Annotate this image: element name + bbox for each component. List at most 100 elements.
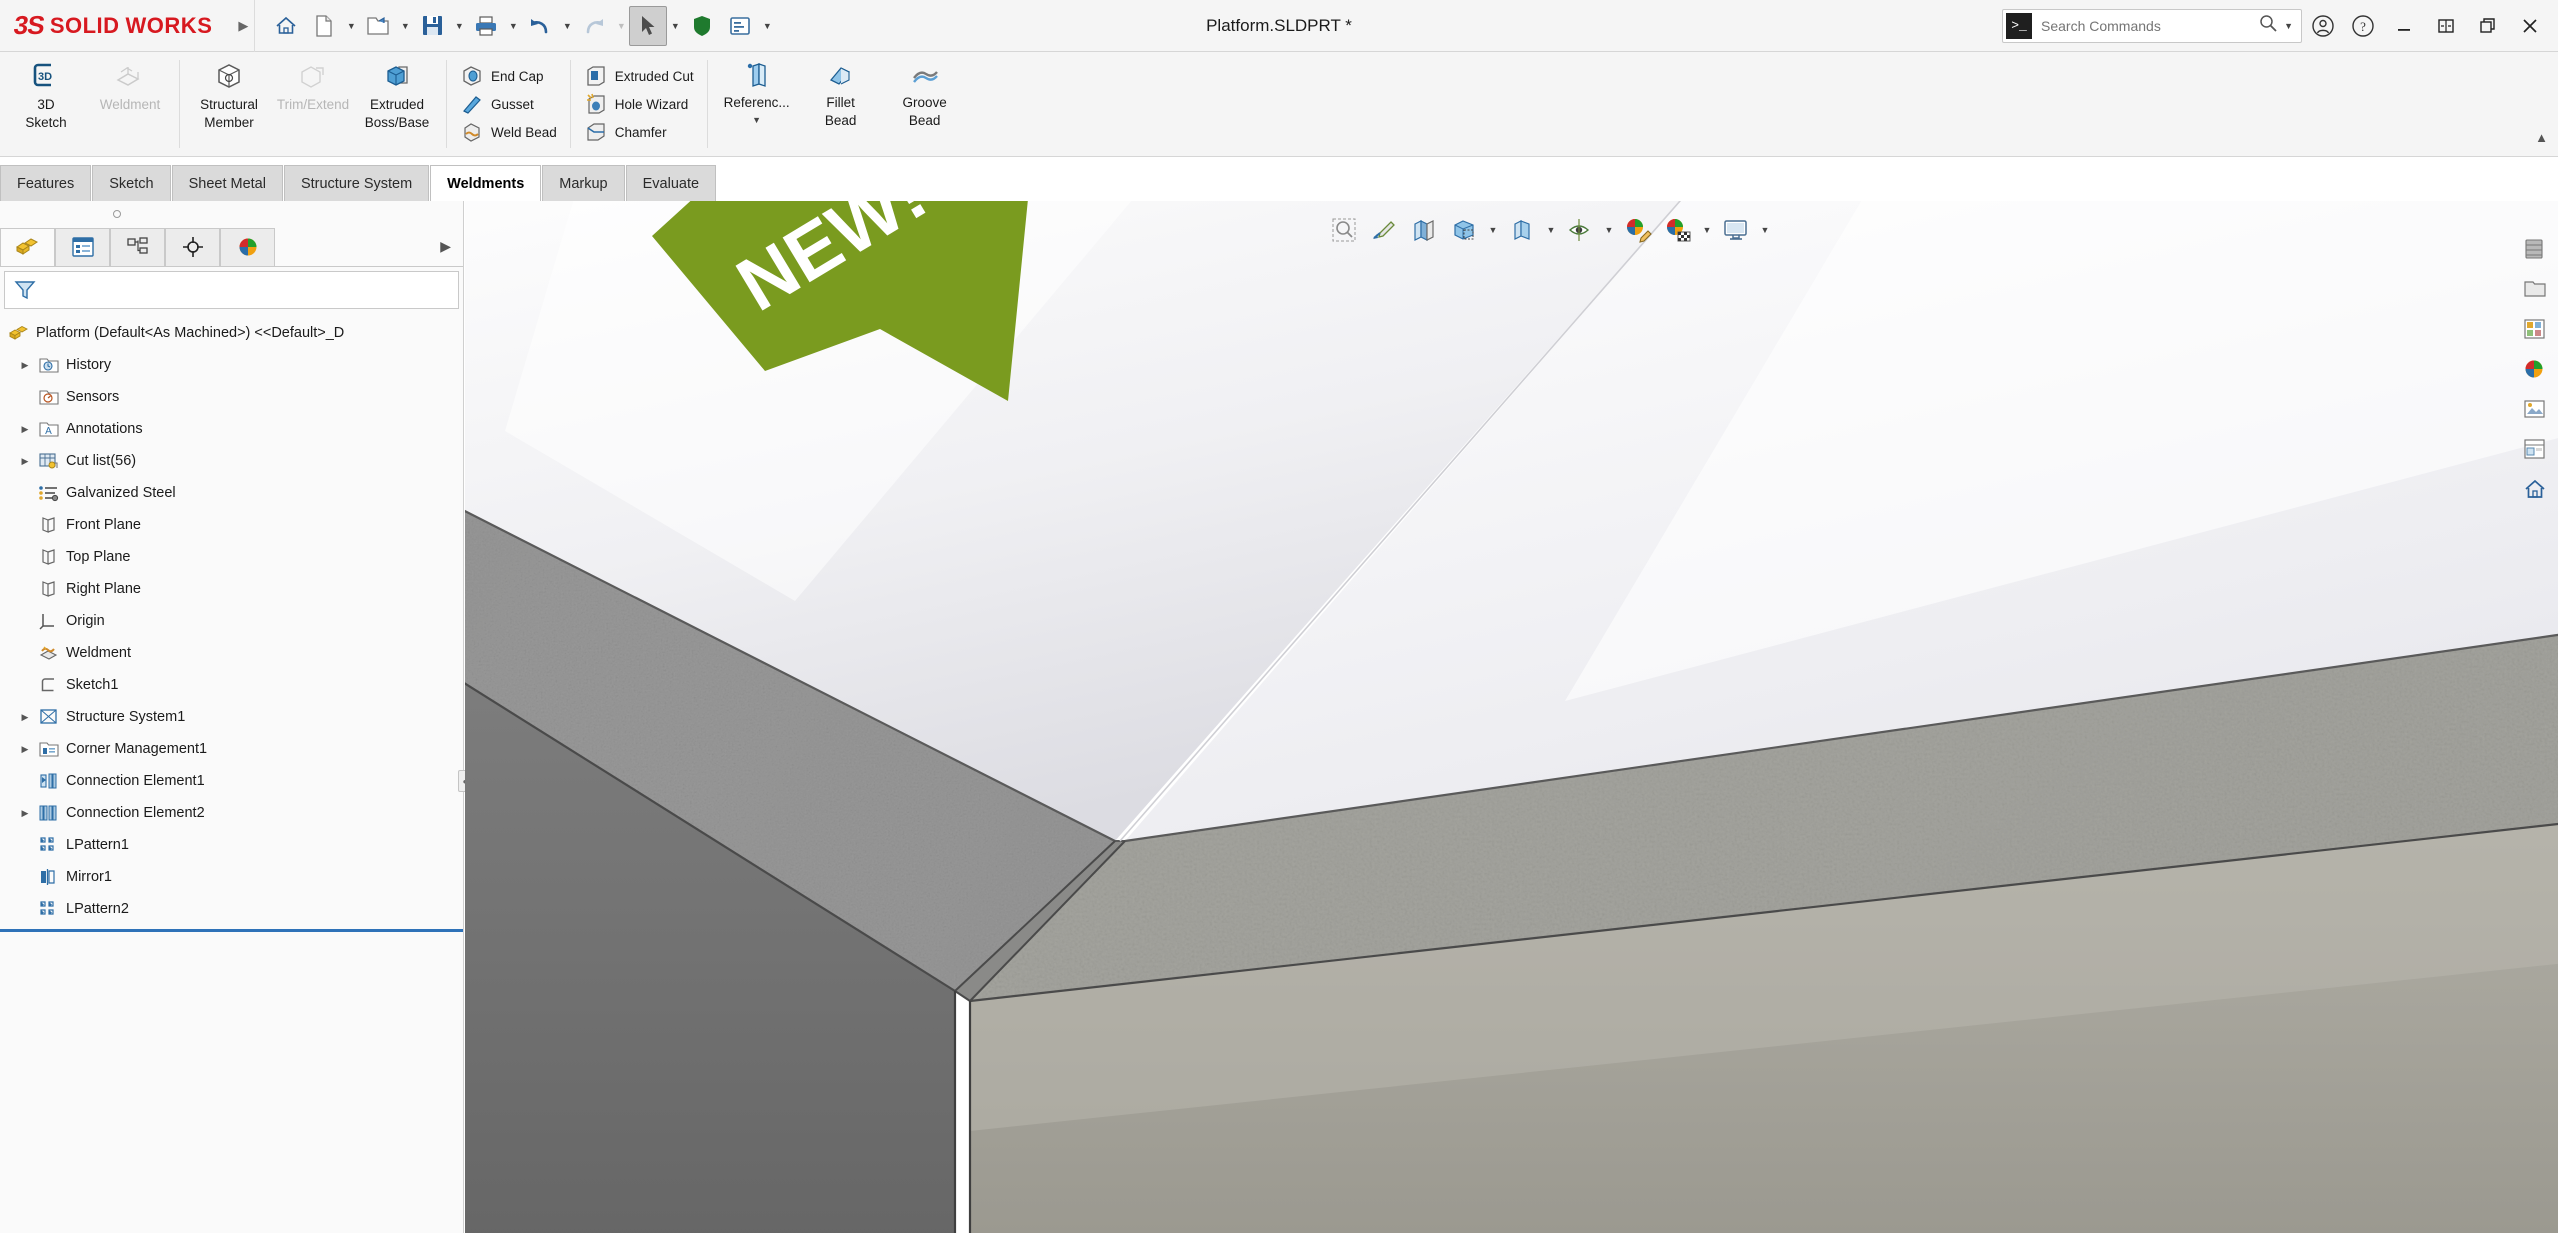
user-account-icon[interactable] <box>2304 6 2342 46</box>
tree-item-sketch1[interactable]: Sketch1 <box>0 669 463 701</box>
tree-item-top-plane[interactable]: Top Plane <box>0 541 463 573</box>
tree-item-cut-list[interactable]: ▶ Cut list(56) <box>0 445 463 477</box>
view-orientation-caret-icon[interactable]: ▼ <box>1485 209 1501 251</box>
display-pane-button[interactable] <box>2515 231 2555 267</box>
help-question-icon[interactable]: ? <box>2344 6 2382 46</box>
rollback-bar[interactable] <box>0 929 463 932</box>
tree-item-lpattern2[interactable]: LPattern2 <box>0 893 463 925</box>
appearances-rail-button[interactable] <box>2515 311 2555 347</box>
feature-manager-tab[interactable] <box>0 227 55 266</box>
expand-chevron-icon[interactable]: ▶ <box>14 424 36 435</box>
view-settings-caret-icon[interactable]: ▼ <box>1757 209 1773 251</box>
maximize-window-icon[interactable] <box>2468 4 2508 48</box>
dimxpert-manager-tab[interactable] <box>165 227 220 266</box>
expand-chevron-icon[interactable]: ▶ <box>14 360 36 371</box>
view-settings-button[interactable] <box>1717 209 1755 251</box>
hide-show-items-button[interactable] <box>1561 209 1599 251</box>
apply-scene-caret-icon[interactable]: ▼ <box>1699 209 1715 251</box>
previous-view-button[interactable] <box>1365 209 1403 251</box>
open-document-button[interactable] <box>359 6 397 46</box>
decals-rail-button[interactable] <box>2515 391 2555 427</box>
search-input[interactable] <box>2032 17 2255 34</box>
expand-chevron-icon[interactable]: ▶ <box>14 808 36 819</box>
close-x-icon[interactable] <box>2510 4 2550 48</box>
tab-features[interactable]: Features <box>0 165 92 201</box>
options-caret-icon[interactable]: ▼ <box>759 6 775 46</box>
menu-expand-arrow-icon[interactable]: ▶ <box>238 18 248 34</box>
tree-item-structure-system1[interactable]: ▶ Structure System1 <box>0 701 463 733</box>
trim-extend-button[interactable]: Trim/Extend <box>271 52 355 156</box>
search-magnifier-icon[interactable] <box>2254 13 2282 38</box>
weldment-button[interactable]: Weldment <box>88 52 172 156</box>
search-commands-box[interactable]: >_ ▼ <box>2002 8 2302 43</box>
end-cap-button[interactable]: End Cap <box>454 64 563 89</box>
home-rail-button[interactable] <box>2515 471 2555 507</box>
print-button[interactable] <box>467 6 505 46</box>
print-caret-icon[interactable]: ▼ <box>505 6 521 46</box>
select-button[interactable] <box>629 5 668 46</box>
display-style-button[interactable] <box>1503 209 1541 251</box>
gusset-button[interactable]: Gusset <box>454 92 563 117</box>
save-button[interactable] <box>413 6 451 46</box>
configuration-manager-tab[interactable] <box>110 227 165 266</box>
tree-item-connection-element2[interactable]: ▶ Connection Element2 <box>0 797 463 829</box>
structural-member-button[interactable]: Structural Member <box>187 52 271 156</box>
minimize-icon[interactable] <box>2384 4 2424 48</box>
options-button[interactable] <box>721 6 759 46</box>
hide-show-caret-icon[interactable]: ▼ <box>1601 209 1617 251</box>
rebuild-button[interactable] <box>683 6 721 46</box>
save-caret-icon[interactable]: ▼ <box>451 6 467 46</box>
tree-item-annotations[interactable]: ▶ A Annotations <box>0 413 463 445</box>
graphics-viewport[interactable]: NEW! ▼ ▼ ▼ ▼ ▼ <box>465 201 2558 1233</box>
tree-item-origin[interactable]: Origin <box>0 605 463 637</box>
tree-item-galvanized-steel[interactable]: Galvanized Steel <box>0 477 463 509</box>
tree-item-history[interactable]: ▶ History <box>0 349 463 381</box>
tab-sketch[interactable]: Sketch <box>92 165 171 201</box>
undo-button[interactable] <box>521 6 559 46</box>
tab-weldments[interactable]: Weldments <box>430 165 542 201</box>
zoom-to-fit-button[interactable] <box>1325 209 1363 251</box>
redo-caret-icon[interactable]: ▼ <box>613 6 629 46</box>
fillet-bead-button[interactable]: Fillet Bead <box>799 52 883 156</box>
tree-item-weldment[interactable]: Weldment <box>0 637 463 669</box>
edit-appearance-button[interactable] <box>1619 209 1657 251</box>
section-view-button[interactable] <box>1405 209 1443 251</box>
tree-item-lpattern1[interactable]: LPattern1 <box>0 829 463 861</box>
tree-item-mirror1[interactable]: Mirror1 <box>0 861 463 893</box>
tree-item-connection-element1[interactable]: Connection Element1 <box>0 765 463 797</box>
property-manager-tab[interactable] <box>55 227 110 266</box>
panel-pin-icon[interactable] <box>112 210 121 218</box>
apply-scene-button[interactable] <box>1659 209 1697 251</box>
display-manager-tab[interactable] <box>220 227 275 266</box>
reference-geometry-button[interactable]: Referenc... ▼ <box>715 52 799 156</box>
3d-sketch-button[interactable]: 3D 3D Sketch <box>4 52 88 156</box>
tree-item-platform-root[interactable]: Platform (Default<As Machined>) <<Defaul… <box>0 317 463 349</box>
new-document-caret-icon[interactable]: ▼ <box>343 6 359 46</box>
more-tabs-chevron-right-icon[interactable]: ▶ <box>440 238 463 255</box>
chamfer-button[interactable]: Chamfer <box>578 120 700 145</box>
restore-window-icon[interactable] <box>2426 4 2466 48</box>
weld-bead-button[interactable]: Weld Bead <box>454 120 563 145</box>
home-button[interactable] <box>267 6 305 46</box>
hole-wizard-button[interactable]: Hole Wizard <box>578 92 700 117</box>
open-folder-rail-button[interactable] <box>2515 271 2555 307</box>
tree-item-corner-management1[interactable]: ▶ Corner Management1 <box>0 733 463 765</box>
expand-chevron-icon[interactable]: ▶ <box>14 744 36 755</box>
tab-markup[interactable]: Markup <box>542 165 625 201</box>
view-orientation-button[interactable] <box>1445 209 1483 251</box>
extruded-boss-base-button[interactable]: Extruded Boss/Base <box>355 52 439 156</box>
tree-item-sensors[interactable]: Sensors <box>0 381 463 413</box>
tab-structure-system[interactable]: Structure System <box>283 165 430 201</box>
tab-sheet-metal[interactable]: Sheet Metal <box>171 165 283 201</box>
undo-caret-icon[interactable]: ▼ <box>559 6 575 46</box>
tree-item-front-plane[interactable]: Front Plane <box>0 509 463 541</box>
groove-bead-button[interactable]: Groove Bead <box>883 52 967 156</box>
expand-chevron-icon[interactable]: ▶ <box>14 712 36 723</box>
redo-button[interactable] <box>575 6 613 46</box>
tree-item-right-plane[interactable]: Right Plane <box>0 573 463 605</box>
expand-chevron-icon[interactable]: ▶ <box>14 456 36 467</box>
search-dropdown-caret-icon[interactable]: ▼ <box>2282 21 2301 31</box>
feature-tree-filter[interactable] <box>4 271 459 309</box>
reference-geometry-caret-icon[interactable]: ▼ <box>752 113 761 128</box>
display-style-caret-icon[interactable]: ▼ <box>1543 209 1559 251</box>
